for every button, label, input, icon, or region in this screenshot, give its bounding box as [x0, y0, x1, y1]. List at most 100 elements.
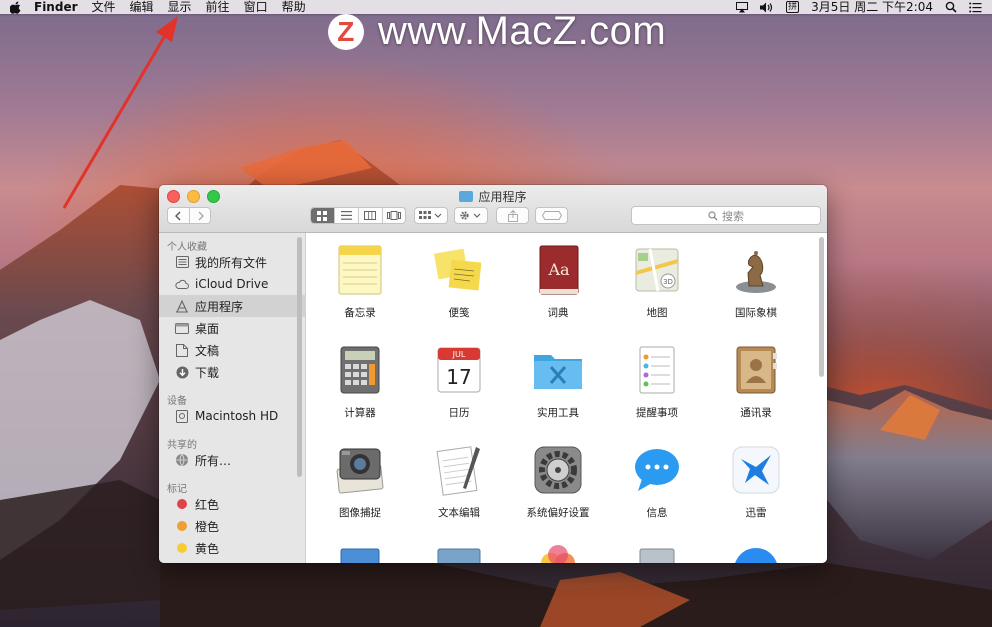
cover-flow-button[interactable]: [383, 208, 406, 223]
stickies-icon: [432, 243, 486, 297]
app-label: 提醒事项: [636, 407, 678, 419]
sidebar-item-tag-red[interactable]: 红色: [159, 493, 305, 515]
app-item-textedit[interactable]: 文本编辑: [409, 443, 509, 520]
app-label: 实用工具: [537, 407, 579, 419]
sidebar-item-label: 橙色: [195, 519, 220, 534]
maps-icon: 3D: [630, 243, 684, 297]
menu-help[interactable]: 帮助: [282, 0, 306, 14]
list-view-button[interactable]: [335, 208, 359, 223]
app-item-calendar[interactable]: JUL 17 日历: [409, 343, 509, 420]
app-item-image-capture[interactable]: 图像捕捉: [310, 443, 410, 520]
app-label: 地图: [646, 307, 668, 319]
preview-icon: [333, 543, 387, 563]
menubar-clock[interactable]: 3月5日 周二 下午2:04: [811, 0, 933, 14]
app-item-utilities[interactable]: 实用工具: [508, 343, 608, 420]
forward-button[interactable]: [190, 208, 213, 223]
app-item-partial-1[interactable]: [310, 543, 410, 563]
app-label: 通讯录: [740, 407, 772, 419]
sidebar-item-label: 黄色: [195, 541, 220, 556]
app-item-dictionary[interactable]: Aa 词典: [508, 243, 608, 320]
sidebar-item-downloads[interactable]: 下载: [159, 361, 305, 383]
sidebar-item-label: 我的所有文件: [195, 255, 268, 270]
sidebar-item-icloud-drive[interactable]: iCloud Drive: [159, 273, 305, 295]
notes-icon: [333, 243, 387, 297]
airplay-icon[interactable]: [736, 1, 749, 13]
edit-tags-button[interactable]: [535, 207, 568, 224]
chess-icon: [729, 243, 783, 297]
content-scrollbar[interactable]: [819, 237, 824, 377]
search-icon: [708, 210, 718, 220]
window-titlebar[interactable]: 应用程序 搜索: [159, 185, 827, 233]
menu-go[interactable]: 前往: [206, 0, 230, 14]
menu-finder[interactable]: Finder: [34, 0, 78, 14]
app-item-calculator[interactable]: 计算器: [310, 343, 410, 420]
menu-file[interactable]: 文件: [92, 0, 116, 14]
messages-icon: [630, 443, 684, 497]
sidebar-item-label: 桌面: [195, 321, 220, 336]
app-item-xunlei[interactable]: 迅雷: [706, 443, 806, 520]
sidebar-item-label: 红色: [195, 497, 220, 512]
sidebar-scrollbar[interactable]: [297, 237, 302, 477]
app-item-stickies[interactable]: 便笺: [409, 243, 509, 320]
arrange-button[interactable]: [414, 207, 448, 224]
menu-edit[interactable]: 编辑: [130, 0, 154, 14]
applications-icon-grid: 备忘录 便笺 Aa 词典 3D 地图 国际象棋 计算器 JUL 17 日历 实用…: [306, 233, 827, 563]
app-item-partial-2[interactable]: [409, 543, 509, 563]
notification-center-icon[interactable]: [969, 2, 982, 13]
sidebar-item-applications[interactable]: 应用程序: [159, 295, 305, 317]
applications-folder-icon: [459, 191, 474, 202]
sidebar-item-all-my-files[interactable]: 我的所有文件: [159, 251, 305, 273]
action-gear-button[interactable]: [454, 207, 488, 224]
calendar-icon: JUL 17: [432, 343, 486, 397]
app-item-notes[interactable]: 备忘录: [310, 243, 410, 320]
yellow-tag-icon: [177, 543, 187, 553]
app-item-messages[interactable]: 信息: [607, 443, 707, 520]
app-item-chess[interactable]: 国际象棋: [706, 243, 806, 320]
sidebar-item-label: Macintosh HD: [195, 409, 279, 423]
calendar-icon-day: 17: [446, 365, 471, 389]
menu-window[interactable]: 窗口: [244, 0, 268, 14]
share-button[interactable]: [496, 207, 529, 224]
nav-back-forward: [167, 207, 211, 224]
spotlight-search-icon[interactable]: [945, 1, 957, 13]
sidebar-item-tag-orange[interactable]: 橙色: [159, 515, 305, 537]
search-field[interactable]: 搜索: [631, 206, 821, 225]
view-mode-control: [310, 207, 406, 224]
cloud-icon: [175, 277, 189, 291]
app-item-maps[interactable]: 3D 地图: [607, 243, 707, 320]
input-method-icon[interactable]: 拼: [786, 1, 800, 13]
photos-icon: [531, 543, 585, 563]
app-item-partial-5[interactable]: [706, 543, 806, 563]
sidebar-item-tag-yellow[interactable]: 黄色: [159, 537, 305, 559]
sidebar-item-macintosh-hd[interactable]: Macintosh HD: [159, 405, 305, 427]
app-label: 图像捕捉: [339, 507, 381, 519]
sidebar-item-label: 文稿: [195, 343, 220, 358]
menu-view[interactable]: 显示: [168, 0, 192, 14]
volume-icon[interactable]: [760, 2, 774, 13]
app-label: 文本编辑: [438, 507, 480, 519]
sidebar-item-all-shared[interactable]: 所有…: [159, 449, 305, 471]
all-files-icon: [175, 255, 189, 269]
back-button[interactable]: [166, 208, 190, 223]
app-item-partial-4[interactable]: [607, 543, 707, 563]
apple-menu-icon[interactable]: [9, 1, 22, 14]
sidebar-item-desktop[interactable]: 桌面: [159, 317, 305, 339]
font-book-icon: [630, 543, 684, 563]
window-title: 应用程序: [159, 188, 827, 205]
app-label: 迅雷: [745, 507, 767, 519]
column-view-button[interactable]: [359, 208, 383, 223]
app-item-reminders[interactable]: 提醒事项: [607, 343, 707, 420]
app-item-contacts[interactable]: 通讯录: [706, 343, 806, 420]
sidebar-header-favorites: 个人收藏: [167, 242, 207, 253]
app-item-system-preferences[interactable]: 系统偏好设置: [508, 443, 608, 520]
app-label: 计算器: [344, 407, 376, 419]
sidebar-header-devices: 设备: [167, 396, 187, 407]
app-label: 词典: [547, 307, 569, 319]
app-label: 信息: [646, 507, 668, 519]
app-item-partial-3[interactable]: [508, 543, 608, 563]
network-globe-icon: [175, 453, 189, 467]
dictionary-icon: Aa: [531, 243, 585, 297]
icon-view-button[interactable]: [311, 208, 335, 223]
sidebar-item-documents[interactable]: 文稿: [159, 339, 305, 361]
utilities-folder-icon: [531, 343, 585, 397]
